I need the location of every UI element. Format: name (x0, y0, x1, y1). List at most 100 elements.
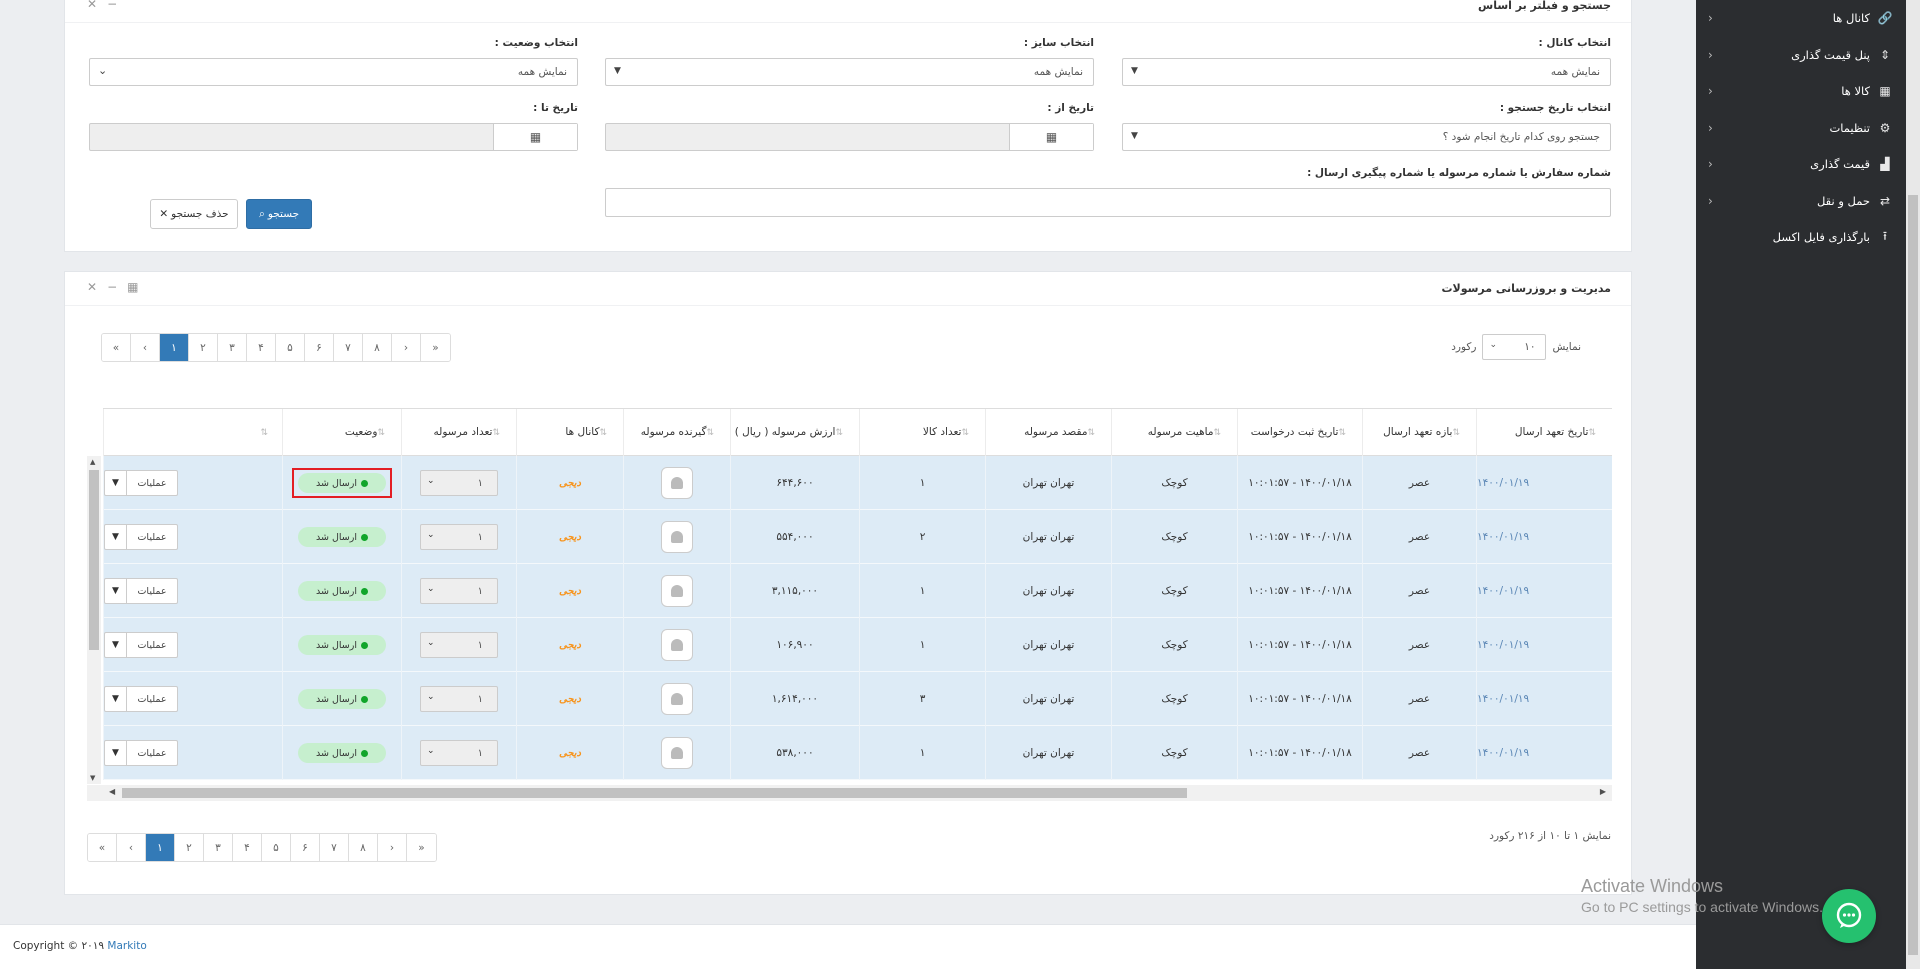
parcel-count-select[interactable]: ۱ ⌄ (420, 686, 498, 712)
table-row[interactable]: ۱۴۰۰/۰۱/۱۹ عصر ۱۴۰۰/۰۱/۱۸ - ۱۰:۰۱:۵۷ کوچک ته… (103, 510, 1612, 564)
table-horizontal-scrollbar[interactable]: ◀ ▶ (87, 785, 1612, 801)
sort-icon[interactable]: ⇅ (706, 428, 714, 438)
sort-icon[interactable]: ⇅ (377, 428, 385, 438)
page-button[interactable]: ۴ (247, 334, 276, 361)
table-row[interactable]: ۱۴۰۰/۰۱/۱۹ عصر ۱۴۰۰/۰۱/۱۸ - ۱۰:۰۱:۵۷ کوچک ته… (103, 618, 1612, 672)
page-button[interactable]: ۶ (291, 834, 320, 861)
parcel-count-select[interactable]: ۱ ⌄ (420, 524, 498, 550)
sort-icon[interactable]: ⇅ (260, 428, 268, 438)
size-select[interactable]: نمایش همه ▼ (605, 58, 1094, 86)
sort-icon[interactable]: ⇅ (599, 428, 607, 438)
column-header[interactable]: تعداد کالا ⇅ (859, 409, 985, 457)
status-badge[interactable]: ارسال شد (298, 635, 386, 655)
operations-button[interactable]: ▼ عملیات (104, 740, 178, 766)
column-header[interactable]: گیرنده مرسوله ⇅ (623, 409, 730, 457)
avatar[interactable] (661, 629, 693, 661)
sort-icon[interactable]: ⇅ (1588, 428, 1596, 438)
scroll-up-icon[interactable]: ▲ (90, 458, 95, 466)
avatar[interactable] (661, 467, 693, 499)
page-button[interactable]: ۸ (349, 834, 378, 861)
table-row[interactable]: ۱۴۰۰/۰۱/۱۹ عصر ۱۴۰۰/۰۱/۱۸ - ۱۰:۰۱:۵۷ کوچک ته… (103, 726, 1612, 780)
column-header[interactable]: مقصد مرسوله ⇅ (985, 409, 1111, 457)
sort-icon[interactable]: ⇅ (1087, 428, 1095, 438)
column-header[interactable]: تعداد مرسوله ⇅ (401, 409, 516, 457)
close-icon[interactable]: ✕ (87, 280, 97, 294)
calendar-icon[interactable]: ▦ (493, 124, 577, 150)
sidebar-item[interactable]: ⚙ تنظیمات ‹ (1696, 110, 1906, 147)
column-header[interactable]: تاریخ ثبت درخواست ⇅ (1237, 409, 1362, 457)
page-size-select[interactable]: ۱۰ ⌄ (1482, 334, 1547, 360)
status-badge[interactable]: ارسال شد (298, 743, 386, 763)
table-row[interactable]: ۱۴۰۰/۰۱/۱۹ عصر ۱۴۰۰/۰۱/۱۸ - ۱۰:۰۱:۵۷ کوچک ته… (103, 564, 1612, 618)
page-button[interactable]: ‹ (117, 834, 146, 861)
scroll-right-icon[interactable]: ▶ (1600, 787, 1606, 796)
sort-icon[interactable]: ⇅ (961, 428, 969, 438)
scroll-down-icon[interactable]: ▼ (90, 774, 95, 782)
table-row[interactable]: ۱۴۰۰/۰۱/۱۹ عصر ۱۴۰۰/۰۱/۱۸ - ۱۰:۰۱:۵۷ کوچک ته… (103, 456, 1612, 510)
page-button[interactable]: » (407, 834, 436, 861)
parcel-count-select[interactable]: ۱ ⌄ (420, 470, 498, 496)
sidebar-item[interactable]: ⭱ بارگذاری فایل اکسل (1696, 219, 1906, 256)
minimize-icon[interactable]: − (107, 0, 117, 11)
page-button[interactable]: ۶ (305, 334, 334, 361)
sidebar-item[interactable]: 🔗 کانال ها ‹ (1696, 0, 1906, 37)
page-button[interactable]: « (102, 334, 131, 361)
sidebar-scroll-thumb[interactable] (1908, 195, 1918, 955)
parcel-count-select[interactable]: ۱ ⌄ (420, 740, 498, 766)
column-header[interactable]: تاریخ تعهد ارسال ⇅ (1476, 409, 1612, 457)
page-button[interactable]: ‹ (131, 334, 160, 361)
status-select[interactable]: نمایش همه ⌄ (89, 58, 578, 86)
vertical-scroll-thumb[interactable] (89, 470, 99, 650)
page-button[interactable]: ۳ (204, 834, 233, 861)
sort-icon[interactable]: ⇅ (1452, 428, 1460, 438)
brand-link[interactable]: Markito (107, 940, 146, 952)
page-button[interactable]: ۷ (320, 834, 349, 861)
date-to-field[interactable]: ▦ (89, 123, 578, 151)
sort-icon[interactable]: ⇅ (835, 428, 843, 438)
sort-icon[interactable]: ⇅ (1338, 428, 1346, 438)
sidebar-item[interactable]: ▦ کالا ها ‹ (1696, 73, 1906, 110)
sidebar-item[interactable]: ▟ قیمت گذاری ‹ (1696, 146, 1906, 183)
status-badge[interactable]: ارسال شد (298, 581, 386, 601)
caret-down-icon[interactable]: ▼ (105, 687, 127, 711)
parcel-count-select[interactable]: ۱ ⌄ (420, 578, 498, 604)
column-header[interactable]: ⇅ (103, 409, 282, 457)
page-button[interactable]: ۴ (233, 834, 262, 861)
clear-search-button[interactable]: ✕ حذف جستجو (150, 199, 238, 229)
caret-down-icon[interactable]: ▼ (105, 741, 127, 765)
chat-button[interactable] (1822, 889, 1876, 943)
page-button[interactable]: › (378, 834, 407, 861)
table-row[interactable]: ۱۴۰۰/۰۱/۱۹ عصر ۱۴۰۰/۰۱/۱۸ - ۱۰:۰۱:۵۷ کوچک ته… (103, 672, 1612, 726)
sort-icon[interactable]: ⇅ (492, 428, 500, 438)
page-button[interactable]: « (88, 834, 117, 861)
sidebar-item[interactable]: ⇕ پنل قیمت گذاری ‹ (1696, 37, 1906, 74)
page-button[interactable]: ۸ (363, 334, 392, 361)
status-badge[interactable]: ارسال شد (298, 527, 386, 547)
horizontal-scroll-thumb[interactable] (122, 788, 1187, 798)
page-button[interactable]: ۳ (218, 334, 247, 361)
avatar[interactable] (661, 737, 693, 769)
grid-icon[interactable]: ▦ (127, 280, 138, 294)
page-button[interactable]: › (392, 334, 421, 361)
order-number-input[interactable] (605, 188, 1611, 217)
page-button[interactable]: » (421, 334, 450, 361)
operations-button[interactable]: ▼ عملیات (104, 524, 178, 550)
sidebar-item[interactable]: ⇄ حمل و نقل ‹ (1696, 183, 1906, 220)
page-button[interactable]: ۵ (276, 334, 305, 361)
calendar-icon[interactable]: ▦ (1009, 124, 1093, 150)
sidebar-scrollbar[interactable] (1906, 0, 1920, 969)
caret-down-icon[interactable]: ▼ (105, 579, 127, 603)
minimize-icon[interactable]: − (107, 280, 117, 294)
date-from-field[interactable]: ▦ (605, 123, 1094, 151)
operations-button[interactable]: ▼ عملیات (104, 632, 178, 658)
status-badge[interactable]: ارسال شد (298, 689, 386, 709)
page-button[interactable]: ۲ (189, 334, 218, 361)
page-button[interactable]: ۲ (175, 834, 204, 861)
parcel-count-select[interactable]: ۱ ⌄ (420, 632, 498, 658)
avatar[interactable] (661, 683, 693, 715)
operations-button[interactable]: ▼ عملیات (104, 686, 178, 712)
page-button[interactable]: ۱ (160, 334, 189, 361)
page-button[interactable]: ۱ (146, 834, 175, 861)
date-type-select[interactable]: جستجو روی کدام تاریخ انجام شود ؟ ▼ (1122, 123, 1611, 151)
caret-down-icon[interactable]: ▼ (105, 633, 127, 657)
